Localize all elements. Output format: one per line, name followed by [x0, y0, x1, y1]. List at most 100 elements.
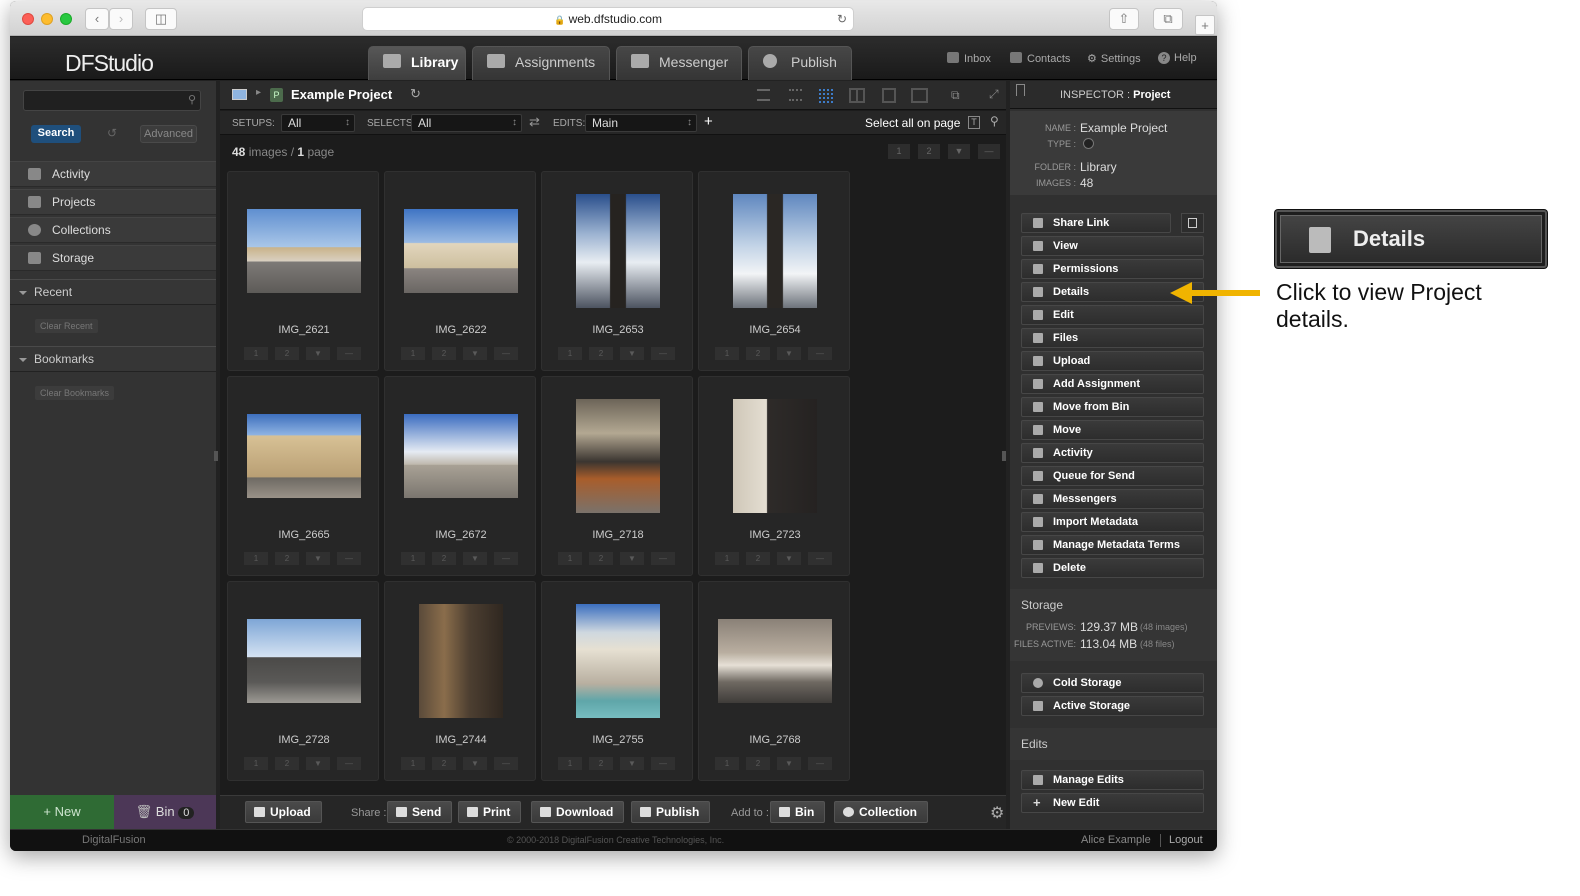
select-all-link[interactable]: Select all on page [865, 116, 960, 130]
image-tile[interactable]: IMG_2755 1 2 ▼ — [541, 581, 693, 781]
files-button[interactable]: Files [1021, 328, 1204, 348]
reject-icon[interactable]: ▼ [463, 552, 487, 565]
zoom-window-button[interactable] [60, 13, 72, 25]
upload-button[interactable]: Upload [245, 801, 322, 823]
share-icon[interactable]: ⇧ [1109, 8, 1139, 30]
image-thumbnail[interactable] [404, 209, 518, 293]
print-button[interactable]: Print [458, 801, 522, 823]
reject-icon[interactable]: ▼ [306, 347, 330, 360]
bin-button[interactable]: 🗑 Bin 0 [114, 795, 216, 829]
bulk-reject-icon[interactable]: ▼ [948, 144, 970, 159]
move-from-bin-button[interactable]: Move from Bin [1021, 397, 1204, 417]
image-tile[interactable]: IMG_2665 1 2 ▼ — [227, 376, 379, 576]
reject-icon[interactable]: ▼ [620, 347, 644, 360]
clear-rating-icon[interactable]: — [808, 347, 832, 360]
permissions-button[interactable]: Permissions [1021, 259, 1204, 279]
clear-rating-icon[interactable]: — [808, 552, 832, 565]
rating-1-button[interactable]: 1 [401, 552, 425, 565]
large-grid-icon[interactable] [849, 88, 865, 103]
image-tile[interactable]: IMG_2768 1 2 ▼ — [698, 581, 850, 781]
new-edit-button[interactable]: + New Edit [1021, 793, 1204, 813]
reject-icon[interactable]: ▼ [777, 757, 801, 770]
delete-button[interactable]: Delete [1021, 558, 1204, 578]
right-collapse-handle[interactable] [1002, 451, 1006, 461]
refresh-icon[interactable]: ↻ [410, 86, 421, 102]
sidebar-item-activity[interactable]: Activity [10, 161, 216, 187]
reject-icon[interactable]: ▼ [306, 757, 330, 770]
duplicate-window-icon[interactable]: ⧉ [951, 88, 960, 103]
sidebar-item-collections[interactable]: Collections [10, 217, 216, 243]
rating-2-button[interactable]: 2 [432, 347, 456, 360]
copy-link-icon[interactable] [1181, 213, 1204, 233]
manage-edits-button[interactable]: Manage Edits [1021, 770, 1204, 790]
move-button[interactable]: Move [1021, 420, 1204, 440]
rating-2-button[interactable]: 2 [432, 552, 456, 565]
clear-rating-icon[interactable]: — [494, 552, 518, 565]
bulk-clear-icon[interactable]: — [978, 144, 1000, 159]
image-thumbnail[interactable] [576, 194, 660, 308]
messengers-button[interactable]: Messengers [1021, 489, 1204, 509]
rating-1-button[interactable]: 1 [715, 757, 739, 770]
image-tile[interactable]: IMG_2653 1 2 ▼ — [541, 171, 693, 371]
image-tile[interactable]: IMG_2728 1 2 ▼ — [227, 581, 379, 781]
image-thumbnail[interactable] [247, 209, 361, 293]
recent-section-header[interactable]: Recent [10, 279, 216, 305]
clear-rating-icon[interactable]: — [651, 347, 675, 360]
compare-view-icon[interactable] [911, 88, 928, 103]
image-thumbnail[interactable] [247, 619, 361, 703]
download-button[interactable]: Download [531, 801, 625, 823]
upload-button[interactable]: Upload [1021, 351, 1204, 371]
reject-icon[interactable]: ▼ [777, 552, 801, 565]
rating-2-button[interactable]: 2 [746, 347, 770, 360]
sidebar-item-storage[interactable]: Storage [10, 245, 216, 271]
inbox-link[interactable]: Inbox [947, 52, 991, 65]
rating-1-button[interactable]: 1 [558, 757, 582, 770]
manage-metadata-terms-button[interactable]: Manage Metadata Terms [1021, 535, 1204, 555]
cold-storage-button[interactable]: Cold Storage [1021, 673, 1204, 693]
reject-icon[interactable]: ▼ [777, 347, 801, 360]
image-tile[interactable]: IMG_2654 1 2 ▼ — [698, 171, 850, 371]
bookmark-icon[interactable] [1016, 84, 1025, 96]
clear-rating-icon[interactable]: — [337, 552, 361, 565]
image-tile[interactable]: IMG_2621 1 2 ▼ — [227, 171, 379, 371]
reject-icon[interactable]: ▼ [463, 347, 487, 360]
image-thumbnail[interactable] [419, 604, 503, 718]
fullscreen-icon[interactable]: ⤢ [989, 87, 999, 102]
add-to-bin-button[interactable]: Bin [770, 801, 826, 823]
logout-link[interactable]: Logout [1169, 834, 1203, 846]
image-tile[interactable]: IMG_2672 1 2 ▼ — [384, 376, 536, 576]
rating-2-button[interactable]: 2 [746, 552, 770, 565]
selects-select[interactable]: All [411, 114, 522, 132]
clear-rating-icon[interactable]: — [651, 757, 675, 770]
clear-rating-icon[interactable]: — [808, 757, 832, 770]
sync-icon[interactable]: ⇄ [529, 114, 540, 130]
tab-library[interactable]: Library [368, 46, 466, 80]
clear-rating-icon[interactable]: — [337, 757, 361, 770]
image-thumbnail[interactable] [733, 194, 817, 308]
new-tab-button[interactable]: + [1195, 15, 1215, 35]
clear-bookmarks-button[interactable]: Clear Bookmarks [35, 386, 115, 400]
tab-publish[interactable]: Publish [748, 46, 852, 80]
active-storage-button[interactable]: Active Storage [1021, 696, 1204, 716]
share-link-button[interactable]: Share Link [1021, 213, 1171, 233]
sidebar-toggle-icon[interactable]: ◫ [145, 8, 177, 30]
minimize-window-button[interactable] [41, 13, 53, 25]
reject-icon[interactable]: ▼ [306, 552, 330, 565]
sidebar-collapse-handle[interactable] [214, 451, 218, 461]
image-thumbnail[interactable] [247, 414, 361, 498]
clear-rating-icon[interactable]: — [494, 757, 518, 770]
detail-list-icon[interactable] [789, 89, 802, 101]
rating-1-button[interactable]: 1 [558, 347, 582, 360]
single-view-icon[interactable] [882, 88, 896, 103]
list-view-icon[interactable] [757, 89, 770, 101]
clear-rating-icon[interactable]: — [337, 347, 361, 360]
image-tile[interactable]: IMG_2622 1 2 ▼ — [384, 171, 536, 371]
reject-icon[interactable]: ▼ [620, 757, 644, 770]
rating-1-button[interactable]: 1 [715, 552, 739, 565]
forward-button[interactable]: › [109, 8, 133, 30]
bulk-rating-1-button[interactable]: 1 [888, 144, 910, 159]
rating-2-button[interactable]: 2 [275, 552, 299, 565]
tab-assignments[interactable]: Assignments [472, 46, 610, 80]
image-tile[interactable]: IMG_2718 1 2 ▼ — [541, 376, 693, 576]
image-thumbnail[interactable] [576, 399, 660, 513]
